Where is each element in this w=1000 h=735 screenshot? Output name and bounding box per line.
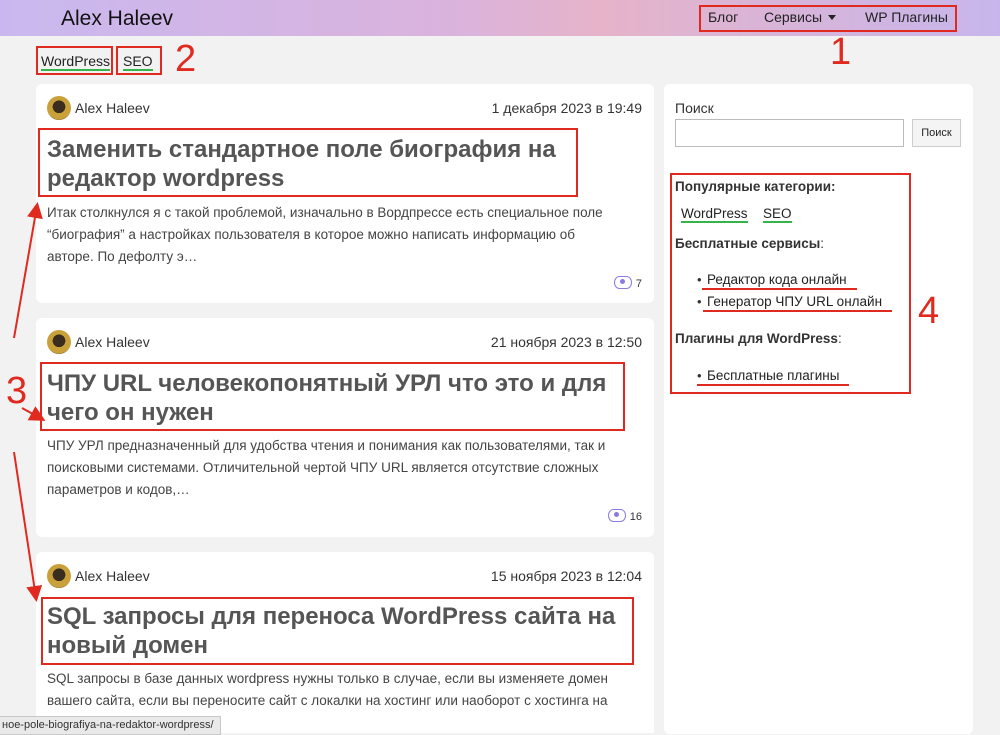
annotation-box-sidebar	[670, 173, 911, 394]
search-label: Поиск	[675, 100, 714, 116]
search-button[interactable]: Поиск	[912, 119, 961, 147]
annotation-arrow	[21, 406, 46, 421]
annotation-number-4: 4	[918, 290, 940, 332]
annotation-arrow	[13, 451, 43, 602]
search-input[interactable]	[675, 119, 904, 147]
annotation-arrow	[13, 202, 43, 339]
status-bar-url: ное-pole-biografiya-na-redaktor-wordpres…	[0, 716, 221, 735]
